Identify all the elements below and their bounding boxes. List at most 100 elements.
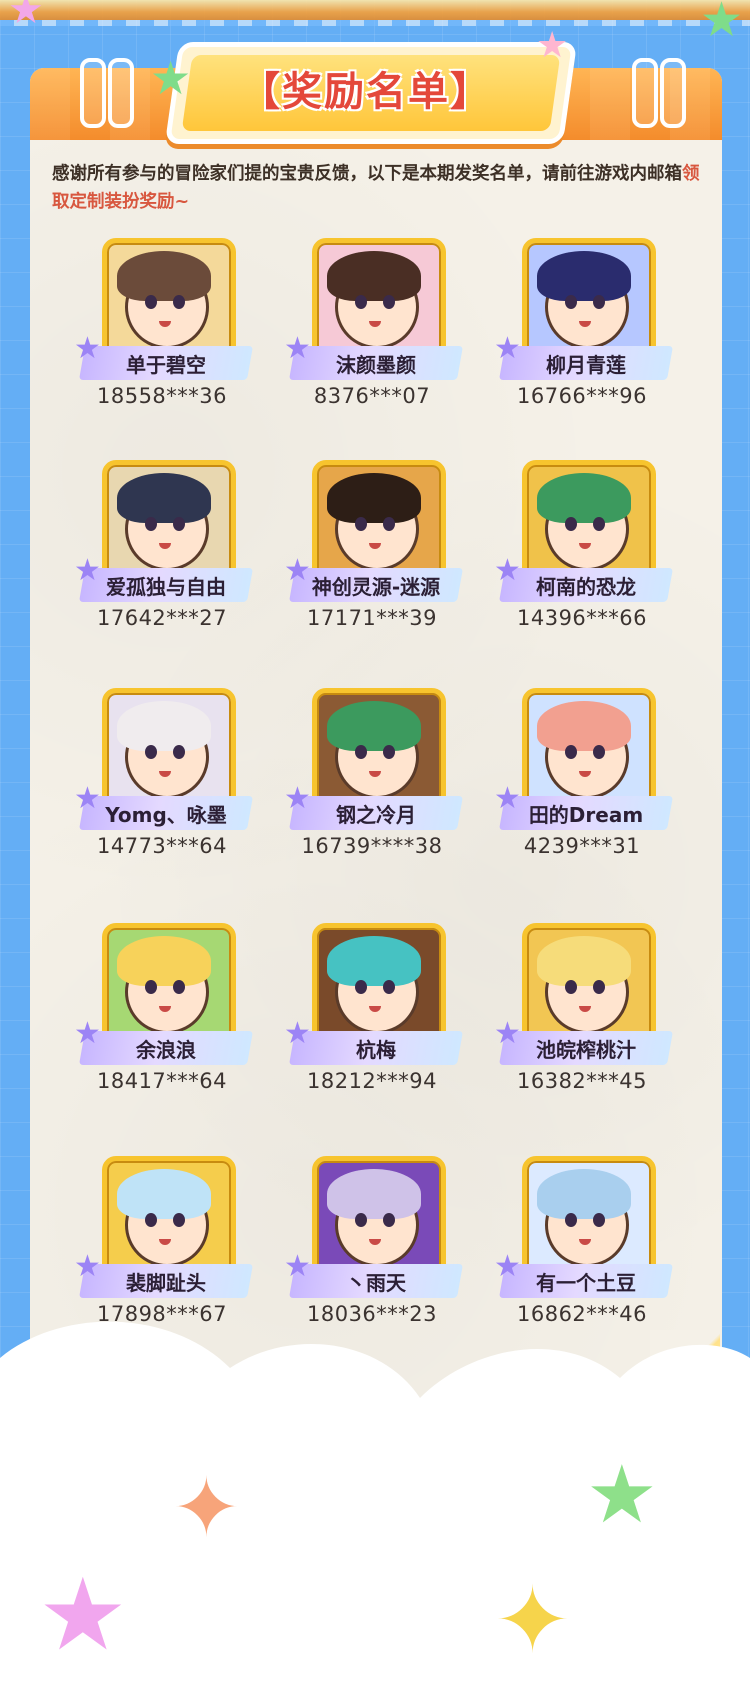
avatar-hair <box>537 1169 631 1219</box>
intro-main: 感谢所有参与的冒险家们提的宝贵反馈，以下是本期发奖名单，请前往游戏内邮箱 <box>52 164 682 184</box>
green-star-icon: ★ <box>150 51 192 105</box>
winner-name: 柯南的恐龙 <box>536 574 636 599</box>
winner-name: 神创灵源-迷源 <box>311 574 441 599</box>
eye-right <box>173 980 185 994</box>
winner-card: ★ Yomg、咏墨 14773***64 <box>52 688 262 888</box>
winner-name: 裴脚趾头 <box>126 1270 206 1295</box>
eye-left <box>355 517 367 531</box>
winner-id: 16739****38 <box>301 834 443 858</box>
avatar-hair <box>537 251 631 301</box>
winner-name: 田的Dream <box>528 802 644 827</box>
eye-left <box>145 295 157 309</box>
eye-right <box>383 980 395 994</box>
avatar-hair <box>327 936 421 986</box>
eye-right <box>173 517 185 531</box>
eye-left <box>355 295 367 309</box>
avatar-hair <box>327 1169 421 1219</box>
eye-right <box>173 1213 185 1227</box>
avatar-hair <box>117 1169 211 1219</box>
eye-left <box>565 980 577 994</box>
eye-left <box>565 1213 577 1227</box>
winner-id: 14396***66 <box>516 606 648 630</box>
eye-left <box>145 980 157 994</box>
winner-name: 丶雨天 <box>346 1270 406 1295</box>
winner-card: ★ 神创灵源-迷源 17171***39 <box>262 460 472 660</box>
eye-right <box>173 745 185 759</box>
orange-sparkle-icon: ✦ <box>172 1461 241 1556</box>
winner-name: 余浪浪 <box>136 1037 196 1062</box>
winner-name: Yomg、咏墨 <box>105 802 227 827</box>
purple-star-bottom-icon: ★ <box>38 1556 128 1673</box>
avatar-hair <box>327 251 421 301</box>
winner-name: 杭梅 <box>356 1037 396 1062</box>
avatar-hair <box>537 473 631 523</box>
winner-card: ★ 柳月青莲 16766***96 <box>472 238 682 438</box>
winner-id: 17171***39 <box>306 606 438 630</box>
winner-id: 17642***27 <box>96 606 228 630</box>
winner-id: 16382***45 <box>516 1069 648 1093</box>
corner-star-icon: ★ <box>8 0 44 33</box>
eye-left <box>355 980 367 994</box>
avatar-hair <box>117 701 211 751</box>
eye-left <box>565 517 577 531</box>
winner-card: ★ 柯南的恐龙 14396***66 <box>472 460 682 660</box>
winner-id: 16766***96 <box>516 384 648 408</box>
eye-left <box>145 517 157 531</box>
winner-name: 钢之冷月 <box>336 802 416 827</box>
binder-ring-right-1 <box>632 58 658 128</box>
binder-ring-left-1 <box>80 58 106 128</box>
avatar-hair <box>327 473 421 523</box>
winner-name: 沫颜墨颜 <box>336 352 416 377</box>
binder-ring-left-2 <box>108 58 134 128</box>
winner-name: 池皖榨桃汁 <box>536 1037 636 1062</box>
eye-right <box>593 517 605 531</box>
winner-id: 18212***94 <box>306 1069 438 1093</box>
winner-id: 8376***07 <box>313 384 431 408</box>
eye-right <box>383 295 395 309</box>
eye-right <box>173 295 185 309</box>
eye-right <box>593 745 605 759</box>
eye-right <box>383 745 395 759</box>
winner-id: 18417***64 <box>96 1069 228 1093</box>
winner-card: ★ 余浪浪 18417***64 <box>52 923 262 1123</box>
avatar-hair <box>117 251 211 301</box>
winner-name: 爱孤独与自由 <box>106 574 226 599</box>
eye-right <box>593 980 605 994</box>
yellow-sparkle-icon: ✦ <box>494 1567 572 1674</box>
winner-card: ★ 杭梅 18212***94 <box>262 923 472 1123</box>
winner-card: ★ 单于碧空 18558***36 <box>52 238 262 438</box>
eye-left <box>145 745 157 759</box>
winner-card: ★ 池皖榨桃汁 16382***45 <box>472 923 682 1123</box>
winner-card: ★ 爱孤独与自由 17642***27 <box>52 460 262 660</box>
avatar-hair <box>537 936 631 986</box>
avatar-hair <box>537 701 631 751</box>
eye-left <box>565 745 577 759</box>
winner-id: 14773***64 <box>96 834 228 858</box>
winner-name: 单于碧空 <box>126 352 206 377</box>
winner-card: ★ 田的Dream 4239***31 <box>472 688 682 888</box>
intro-text: 感谢所有参与的冒险家们提的宝贵反馈，以下是本期发奖名单，请前往游戏内邮箱领取定制… <box>52 160 712 216</box>
avatar-hair <box>327 701 421 751</box>
eye-right <box>593 295 605 309</box>
eye-right <box>383 517 395 531</box>
avatar-hair <box>117 936 211 986</box>
eye-left <box>355 1213 367 1227</box>
top-ribbon <box>0 0 750 26</box>
green-star-bottom-icon: ★ <box>586 1448 658 1541</box>
winner-card: ★ 沫颜墨颜 8376***07 <box>262 238 472 438</box>
eye-right <box>593 1213 605 1227</box>
eye-left <box>565 295 577 309</box>
winner-name: 有一个土豆 <box>536 1270 636 1295</box>
page-title: 【奖励名单】 <box>240 69 492 115</box>
eye-left <box>145 1213 157 1227</box>
binder-ring-right-2 <box>660 58 686 128</box>
winner-card: ★ 钢之冷月 16739****38 <box>262 688 472 888</box>
winner-name: 柳月青莲 <box>546 352 626 377</box>
eye-right <box>383 1213 395 1227</box>
pink-star-icon: ★ <box>536 25 569 66</box>
corner-green-star-icon: ★ <box>700 0 744 48</box>
avatar-hair <box>117 473 211 523</box>
winner-id: 4239***31 <box>523 834 641 858</box>
winner-id: 18558***36 <box>96 384 228 408</box>
eye-left <box>355 745 367 759</box>
